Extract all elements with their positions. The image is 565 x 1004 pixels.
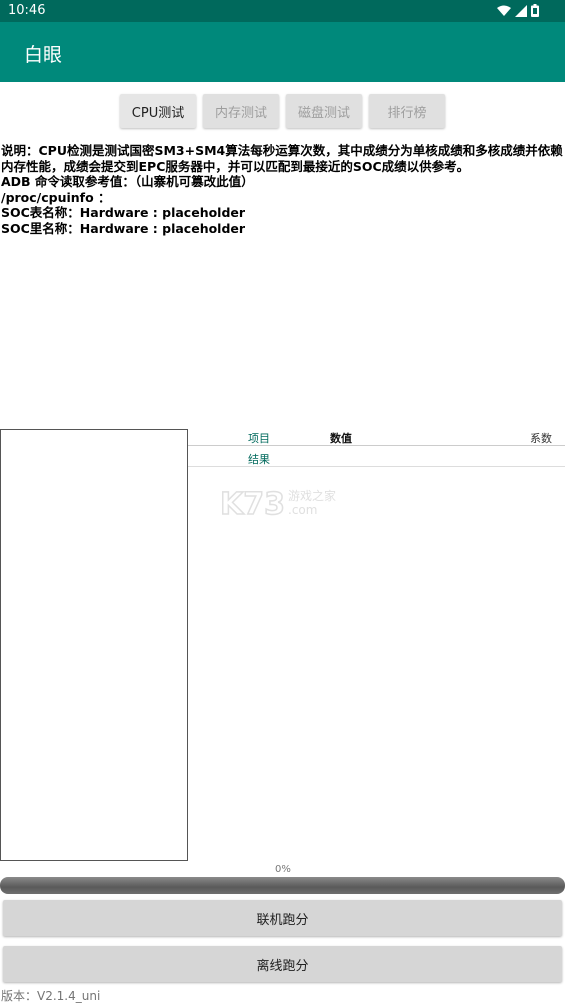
tab-cpu-test[interactable]: CPU测试 — [120, 94, 196, 128]
soc-internal-name: SOC里名称：Hardware : placeholder — [1, 220, 246, 236]
offline-benchmark-button[interactable]: 离线跑分 — [3, 946, 562, 982]
watermark-logo: K73 游戏之家 .com — [219, 484, 360, 523]
progress-bar — [0, 877, 565, 894]
header-coefficient: 系数 — [530, 432, 552, 445]
progress-percent: 0% — [275, 864, 291, 875]
status-bar: 10:46 — [0, 0, 565, 22]
tab-memory-test[interactable]: 内存测试 — [203, 94, 279, 128]
status-icons — [497, 4, 539, 17]
description-text: 说明：CPU检测是测试国密SM3+SM4算法每秒运算次数，其中成绩分为单核成绩和… — [1, 143, 563, 236]
description-line: 说明：CPU检测是测试国密SM3+SM4算法每秒运算次数，其中成绩分为单核成绩和… — [1, 143, 563, 174]
chart-panel — [0, 429, 188, 861]
app-bar: 白眼 — [0, 22, 565, 82]
watermark-text2: .com — [288, 503, 317, 517]
signal-icon — [515, 4, 527, 17]
adb-reference-line: ADB 命令读取参考值：（山寨机可篡改此值） — [1, 174, 254, 189]
wifi-icon — [497, 5, 511, 16]
header-value: 数值 — [330, 432, 352, 445]
soc-table-name: SOC表名称：Hardware : placeholder — [1, 205, 246, 220]
watermark-brand: K73 — [220, 487, 285, 520]
tab-leaderboard[interactable]: 排行榜 — [369, 94, 445, 128]
online-benchmark-button[interactable]: 联机跑分 — [3, 900, 562, 936]
cpuinfo-path: /proc/cpuinfo ： — [1, 189, 111, 205]
version-label: 版本：V2.1.4_uni — [1, 989, 101, 1003]
status-time: 10:46 — [8, 3, 46, 18]
test-tabs: CPU测试 内存测试 磁盘测试 排行榜 — [0, 94, 565, 130]
results-row: 结果 — [188, 448, 565, 467]
header-item: 项目 — [248, 432, 270, 445]
tab-disk-test[interactable]: 磁盘测试 — [286, 94, 362, 128]
results-table-header: 项目 数值 系数 — [188, 429, 565, 446]
watermark-text1: 游戏之家 — [288, 488, 336, 503]
result-label: 结果 — [248, 453, 270, 466]
app-title: 白眼 — [24, 44, 63, 66]
battery-icon — [531, 4, 539, 17]
